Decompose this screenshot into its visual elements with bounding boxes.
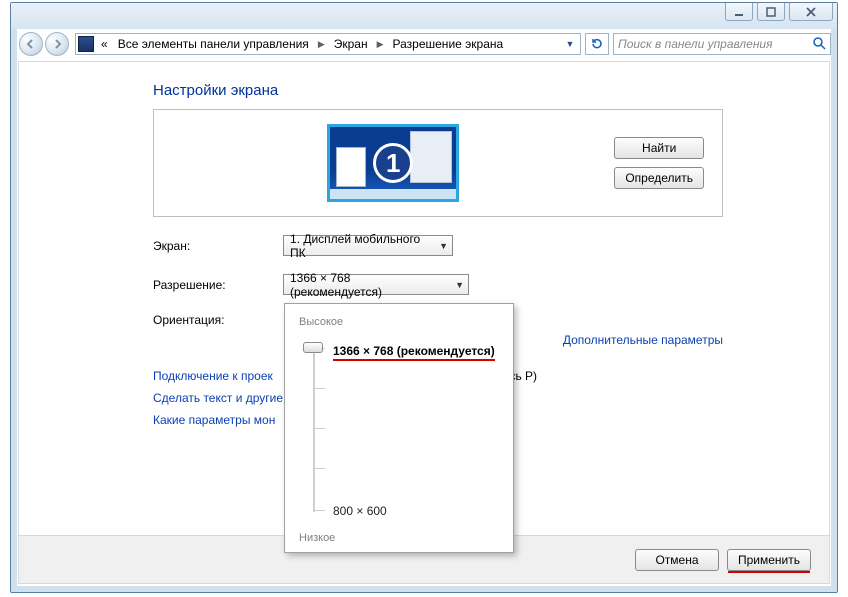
titlebar — [11, 3, 837, 29]
slider-track[interactable] — [313, 348, 315, 512]
advanced-settings-link[interactable]: Дополнительные параметры — [563, 333, 723, 347]
nav-buttons — [17, 30, 71, 58]
breadcrumb-bar[interactable]: « Все элементы панели управления ▶ Экран… — [75, 33, 581, 55]
forward-button[interactable] — [45, 32, 69, 56]
address-bar: « Все элементы панели управления ▶ Экран… — [17, 29, 831, 59]
display-preview[interactable]: 1 — [172, 124, 614, 202]
breadcrumb-item[interactable]: Все элементы панели управления — [115, 37, 312, 51]
chevron-down-icon: ▼ — [439, 241, 448, 251]
apply-button[interactable]: Применить — [727, 549, 811, 571]
window-frame: « Все элементы панели управления ▶ Экран… — [10, 2, 838, 593]
chevron-right-icon: ▶ — [316, 39, 327, 50]
slider-thumb[interactable] — [303, 342, 323, 353]
projector-link[interactable]: Подключение к проек — [153, 369, 273, 383]
monitor-number: 1 — [373, 143, 413, 183]
page-title: Настройки экрана — [153, 82, 829, 99]
slider-tick — [315, 468, 325, 469]
refresh-button[interactable] — [585, 33, 609, 55]
address-dropdown-icon[interactable]: ▼ — [562, 39, 578, 49]
back-button[interactable] — [19, 32, 43, 56]
control-panel-icon — [78, 36, 94, 52]
breadcrumb-item[interactable]: Разрешение экрана — [390, 37, 507, 51]
breadcrumb-item[interactable]: Экран — [331, 37, 371, 51]
search-placeholder: Поиск в панели управления — [618, 37, 773, 51]
resolution-combo[interactable]: 1366 × 768 (рекомендуется) ▼ — [283, 274, 469, 295]
cancel-button[interactable]: Отмена — [635, 549, 719, 571]
display-combo-value: 1. Дисплей мобильного ПК — [290, 232, 429, 260]
resolution-combo-value: 1366 × 768 (рекомендуется) — [290, 271, 445, 299]
display-combo[interactable]: 1. Дисплей мобильного ПК ▼ — [283, 235, 453, 256]
slider-tick — [315, 510, 325, 511]
search-input[interactable]: Поиск в панели управления — [613, 33, 831, 55]
slider-value-min: 800 × 600 — [333, 504, 387, 518]
maximize-button[interactable] — [757, 3, 785, 21]
slider-high-label: Высокое — [299, 316, 499, 328]
slider-low-label: Низкое — [299, 532, 335, 544]
resolution-label: Разрешение: — [153, 278, 283, 292]
chevron-down-icon: ▼ — [455, 280, 464, 290]
close-button[interactable] — [789, 3, 833, 21]
annotation-underline — [728, 571, 810, 573]
row-resolution: Разрешение: 1366 × 768 (рекомендуется) ▼ — [153, 274, 829, 295]
chevron-right-icon: ▶ — [375, 39, 386, 50]
orientation-label: Ориентация: — [153, 313, 283, 327]
identify-button[interactable]: Определить — [614, 167, 704, 189]
slider-value-recommended: 1366 × 768 (рекомендуется) — [333, 344, 495, 361]
display-arrangement-box: 1 Найти Определить — [153, 109, 723, 217]
text-size-link[interactable]: Сделать текст и другие — [153, 391, 283, 405]
display-side-buttons: Найти Определить — [614, 137, 704, 189]
minimize-button[interactable] — [725, 3, 753, 21]
breadcrumb-back: « — [98, 37, 111, 51]
display-label: Экран: — [153, 239, 283, 253]
resolution-slider-popup[interactable]: Высокое 1366 × 768 (рекомендуется) 800 ×… — [284, 303, 514, 553]
detect-button[interactable]: Найти — [614, 137, 704, 159]
slider-tick — [315, 428, 325, 429]
monitor-1[interactable]: 1 — [327, 124, 459, 202]
search-icon[interactable] — [812, 36, 826, 53]
row-display: Экран: 1. Дисплей мобильного ПК ▼ — [153, 235, 829, 256]
monitor-params-link[interactable]: Какие параметры мон — [153, 413, 275, 427]
slider-tick — [315, 388, 325, 389]
